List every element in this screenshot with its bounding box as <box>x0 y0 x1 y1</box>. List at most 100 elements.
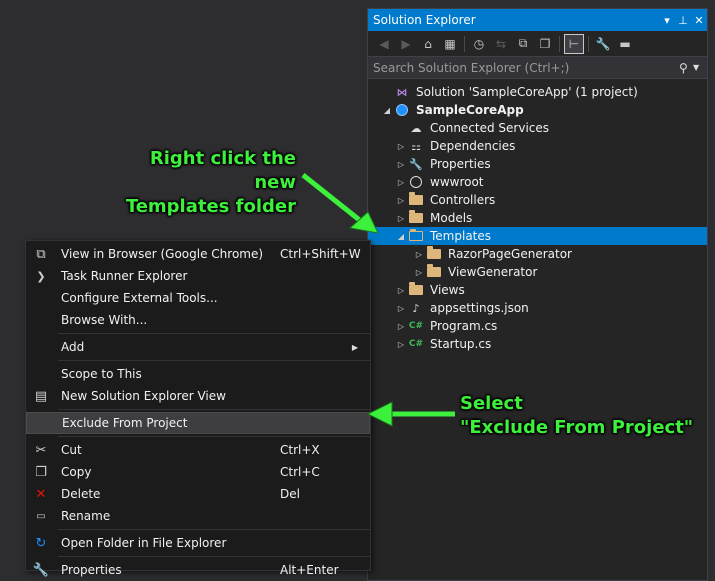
menu-item-label: New Solution Explorer View <box>61 389 226 403</box>
menu-item-browse-with[interactable]: Browse With... <box>26 309 370 331</box>
tree-item[interactable]: ▷ ViewGenerator <box>368 263 707 281</box>
tree-item-label: Dependencies <box>430 139 516 153</box>
menu-item-open-folder-in-file-explorer[interactable]: ↻ Open Folder in File Explorer <box>26 532 370 554</box>
pin-icon[interactable]: ⊥ <box>675 14 691 27</box>
menu-item-configure-external-tools[interactable]: Configure External Tools... <box>26 287 370 309</box>
dropdown-icon[interactable]: ▾ <box>659 14 675 27</box>
switch-views-icon[interactable]: ▦ <box>440 34 460 54</box>
tree-item[interactable]: ▷ wwwroot <box>368 173 707 191</box>
dependencies-icon: ⚏ <box>411 139 421 153</box>
tree-item-label: RazorPageGenerator <box>448 247 572 261</box>
menu-item-view-in-browser-google-chrome[interactable]: ⧉ View in Browser (Google Chrome) Ctrl+Shi… <box>26 243 370 265</box>
folder-icon <box>426 246 442 261</box>
folder-icon <box>408 210 424 225</box>
globe-icon <box>408 175 424 189</box>
expand-arrow-icon[interactable]: ▷ <box>394 160 408 169</box>
tree-item[interactable]: ▷ Controllers <box>368 191 707 209</box>
minus-icon[interactable]: ▬ <box>615 34 635 54</box>
search-placeholder: Search Solution Explorer (Ctrl+;) <box>373 60 570 75</box>
expand-arrow-icon[interactable]: ▷ <box>394 178 408 187</box>
tree-item-label: Solution 'SampleCoreApp' (1 project) <box>416 85 638 99</box>
menu-item-task-runner-explorer[interactable]: ❯ Task Runner Explorer <box>26 265 370 287</box>
pending-changes-icon[interactable]: ◷ <box>469 34 489 54</box>
expand-arrow-icon[interactable]: ◢ <box>380 106 394 115</box>
menu-separator <box>58 409 370 410</box>
expand-arrow-icon[interactable]: ▷ <box>394 304 408 313</box>
tree-item-label: Startup.cs <box>430 337 492 351</box>
menu-item-label: Copy <box>61 465 92 479</box>
search-icon[interactable]: ⚲ <box>679 61 693 75</box>
expand-arrow-icon[interactable]: ▷ <box>394 214 408 223</box>
menu-item-properties[interactable]: 🔧 Properties Alt+Enter <box>26 559 370 581</box>
json-icon: ♪ <box>412 301 420 315</box>
annotation-text: "Exclude From Project" <box>460 417 694 438</box>
properties-wrench-icon[interactable]: 🔧 <box>593 34 613 54</box>
expand-arrow-icon[interactable]: ◢ <box>394 232 408 241</box>
expand-arrow-icon[interactable]: ▷ <box>394 286 408 295</box>
menu-item-shortcut: Ctrl+X <box>280 443 320 457</box>
csharp-icon: C# <box>408 339 424 349</box>
home-icon[interactable]: ⌂ <box>418 34 438 54</box>
back-icon[interactable]: ◀ <box>374 34 394 54</box>
expand-arrow-icon[interactable]: ▷ <box>394 196 408 205</box>
tree-item[interactable]: ▷ RazorPageGenerator <box>368 245 707 263</box>
annotation-text: Templates folder <box>125 196 296 217</box>
copy-icon: ❐ <box>35 464 47 480</box>
annotation-right-click: Right click the new Templates folder <box>106 147 296 219</box>
tree-item[interactable]: ▷ Views <box>368 281 707 299</box>
chevron-right-icon: ❯ <box>36 269 46 283</box>
project-icon <box>394 103 410 117</box>
tree-item[interactable]: ▷ ⚏ Dependencies <box>368 137 707 155</box>
tree-item[interactable]: ▷ ♪ appsettings.json <box>368 299 707 317</box>
solution-icon: ⋈ <box>396 85 408 99</box>
wrench-icon: 🔧 <box>32 562 50 578</box>
menu-item-rename[interactable]: ▭ Rename <box>26 505 370 527</box>
annotation-text: Right click the new <box>149 148 296 193</box>
forward-icon[interactable]: ▶ <box>396 34 416 54</box>
menu-separator <box>58 556 370 557</box>
expand-arrow-icon[interactable]: ▷ <box>412 250 426 259</box>
expand-arrow-icon[interactable]: ▷ <box>394 322 408 331</box>
menu-item-label: Scope to This <box>61 367 142 381</box>
tree-item-label: Properties <box>430 157 491 171</box>
expand-arrow-icon[interactable]: ▷ <box>394 142 408 151</box>
tree-item-label: Program.cs <box>430 319 498 333</box>
menu-item-label: Task Runner Explorer <box>61 269 188 283</box>
tree-item[interactable]: ▷ C# Program.cs <box>368 317 707 335</box>
toolbar-divider <box>559 35 560 52</box>
submenu-arrow-icon: ▶ <box>351 342 358 352</box>
collapse-all-icon[interactable]: ⧉ <box>513 34 533 54</box>
search-dropdown-icon[interactable]: ▼ <box>693 63 707 72</box>
tree-item[interactable]: ☁ Connected Services <box>368 119 707 137</box>
tree-item[interactable]: ▷ Models <box>368 209 707 227</box>
menu-item-new-solution-explorer-view[interactable]: ▤ New Solution Explorer View <box>26 385 370 407</box>
search-box[interactable]: Search Solution Explorer (Ctrl+;) ⚲ ▼ <box>368 57 707 79</box>
menu-item-shortcut: Del <box>280 487 300 501</box>
close-icon[interactable]: ✕ <box>691 14 707 27</box>
menu-item-label: Exclude From Project <box>62 416 188 430</box>
arrow-to-exclude-icon <box>366 401 455 427</box>
show-all-files-icon[interactable]: ❐ <box>535 34 555 54</box>
tree-item[interactable]: ◢ SampleCoreApp <box>368 101 707 119</box>
menu-item-copy[interactable]: ❐ Copy Ctrl+C <box>26 461 370 483</box>
tree-item[interactable]: ▷ C# Startup.cs <box>368 335 707 353</box>
sync-icon[interactable]: ⇆ <box>491 34 511 54</box>
solution-explorer-titlebar: Solution Explorer ▾ ⊥ ✕ <box>368 9 707 31</box>
tree-item[interactable]: ⋈ Solution 'SampleCoreApp' (1 project) <box>368 83 707 101</box>
menu-item-cut[interactable]: ✂ Cut Ctrl+X <box>26 439 370 461</box>
menu-item-delete[interactable]: ✕ Delete Del <box>26 483 370 505</box>
menu-separator <box>58 333 370 334</box>
browser-icon: ⧉ <box>36 246 46 262</box>
preview-selected-icon[interactable]: ⊢ <box>564 33 584 54</box>
menu-item-exclude-from-project[interactable]: Exclude From Project <box>26 412 370 434</box>
tree-item-label: SampleCoreApp <box>416 103 524 117</box>
solution-explorer-panel: Solution Explorer ▾ ⊥ ✕ ◀ ▶ ⌂ ▦ ◷ ⇆ ⧉ ❐ … <box>367 8 708 581</box>
menu-item-add[interactable]: Add ▶ <box>26 336 370 358</box>
tree-item[interactable]: ▷ 🔧 Properties <box>368 155 707 173</box>
expand-arrow-icon[interactable]: ▷ <box>412 268 426 277</box>
context-menu: ⧉ View in Browser (Google Chrome) Ctrl+Shi… <box>25 240 371 578</box>
menu-item-scope-to-this[interactable]: Scope to This <box>26 363 370 385</box>
folder-icon <box>408 282 424 297</box>
tree-item[interactable]: ◢ Templates <box>368 227 707 245</box>
expand-arrow-icon[interactable]: ▷ <box>394 340 408 349</box>
